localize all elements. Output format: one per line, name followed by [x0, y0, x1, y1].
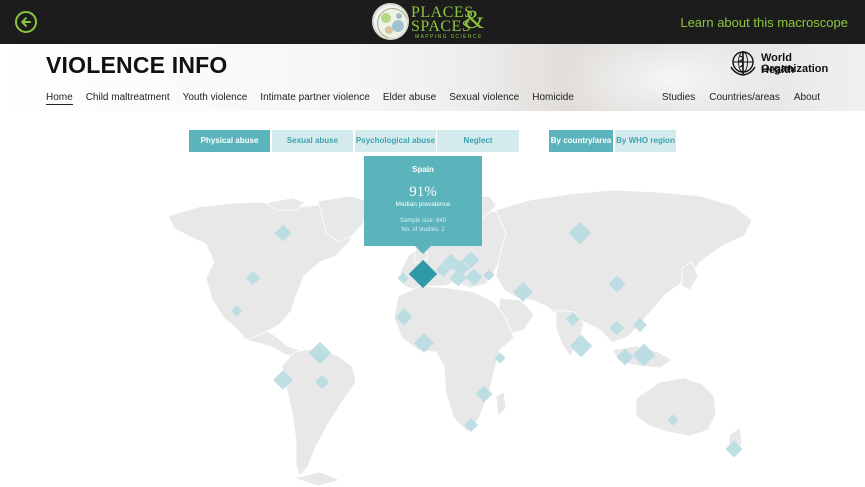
back-arrow-icon[interactable] [15, 11, 37, 33]
logo-subtitle: MAPPING SCIENCE [415, 34, 483, 40]
who-emblem-icon [730, 51, 756, 76]
places-spaces-logo[interactable]: PLACES SPACES & MAPPING SCIENCE [372, 2, 488, 42]
tab-physical-abuse[interactable]: Physical abuse [189, 130, 271, 152]
nav-homicide[interactable]: Homicide [532, 92, 574, 103]
nav-about[interactable]: About [794, 92, 820, 103]
main-nav: Home Child maltreatment Youth violence Inti… [46, 92, 587, 105]
nav-countries-areas[interactable]: Countries/areas [709, 92, 780, 103]
country-tooltip: Spain 91% Median prevalence Sample size:… [364, 156, 482, 254]
globe-icon [372, 3, 409, 40]
who-name-line2: Organization [761, 63, 829, 75]
macroscope-page: PLACES SPACES & MAPPING SCIENCE Learn ab… [0, 0, 865, 487]
tooltip-sample-size: Sample size: 640 [399, 218, 447, 224]
tab-sexual-abuse[interactable]: Sexual abuse [272, 130, 354, 152]
page-title: VIOLENCE INFO [46, 52, 228, 78]
nav-intimate-partner-violence[interactable]: Intimate partner violence [260, 92, 370, 103]
nav-child-maltreatment[interactable]: Child maltreatment [86, 92, 170, 103]
tab-neglect[interactable]: Neglect [437, 130, 520, 152]
learn-macroscope-link[interactable]: Learn about this macroscope [680, 15, 848, 30]
tab-by-country-area[interactable]: By country/area [549, 130, 614, 152]
secondary-nav: Studies Countries/areas About [648, 92, 820, 103]
tab-psychological-abuse[interactable]: Psychological abuse [355, 130, 437, 152]
nav-home[interactable]: Home [46, 92, 73, 105]
australia-landmass [635, 377, 717, 437]
who-logo[interactable]: World Health Organization [729, 50, 828, 76]
madagascar-landmass [495, 391, 507, 417]
nav-youth-violence[interactable]: Youth violence [183, 92, 248, 103]
tooltip-country: Spain [412, 165, 434, 174]
nav-studies[interactable]: Studies [662, 92, 695, 103]
tooltip-value-label: Median prevalence [395, 201, 451, 208]
nav-elder-abuse[interactable]: Elder abuse [383, 92, 436, 103]
logo-ampersand: & [464, 5, 485, 34]
tooltip-study-count: No. of studies: 2 [401, 227, 445, 233]
tooltip-value: 91% [409, 184, 437, 200]
nav-sexual-violence[interactable]: Sexual violence [449, 92, 519, 103]
tab-by-who-region[interactable]: By WHO region [615, 130, 677, 152]
top-bar: PLACES SPACES & MAPPING SCIENCE Learn ab… [0, 0, 865, 44]
asia-landmass [495, 189, 753, 343]
south-america-landmass [281, 347, 357, 477]
